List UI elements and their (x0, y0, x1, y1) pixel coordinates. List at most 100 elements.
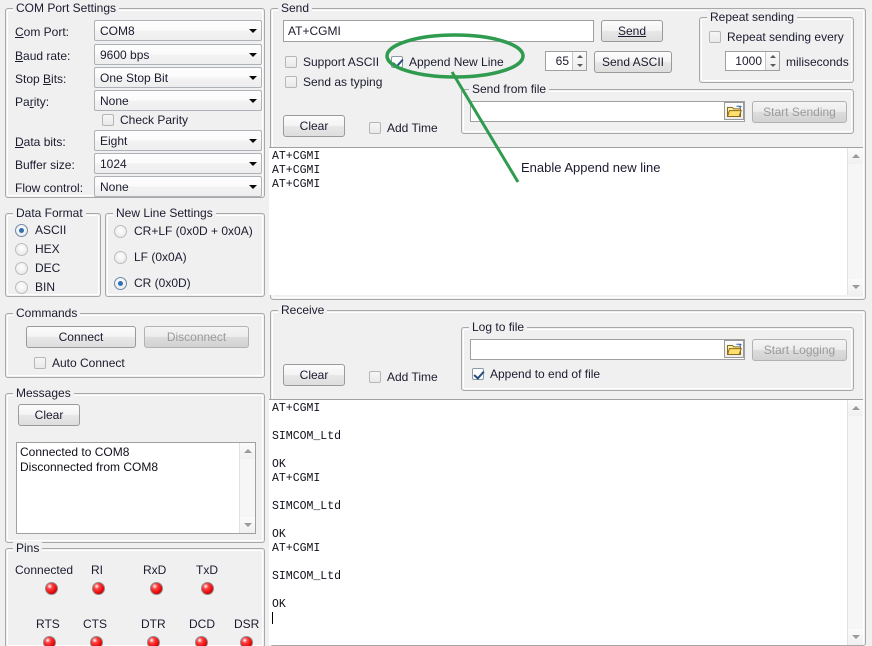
spinner-down-icon[interactable] (766, 61, 779, 70)
checkbox-box (472, 368, 484, 380)
start-logging-button[interactable]: Start Logging (752, 339, 847, 361)
radio-label: HEX (35, 242, 60, 256)
com-port-settings-legend: COM Port Settings (13, 1, 119, 15)
send-log-scrollbar[interactable] (847, 148, 863, 295)
pin-led-dsr (240, 636, 253, 646)
scroll-down-icon[interactable] (848, 629, 863, 645)
data-bits-value: Eight (100, 134, 244, 148)
scroll-down-icon[interactable] (240, 517, 255, 533)
repeat-sending-group: Repeat sending Repeat sending every 1000… (699, 17, 854, 83)
append-new-line-checkbox[interactable]: Append New Line (391, 55, 504, 69)
folder-open-icon[interactable] (724, 340, 744, 358)
disconnect-button[interactable]: Disconnect (144, 326, 249, 348)
messages-scrollbar[interactable] (239, 443, 255, 533)
receive-add-time-checkbox[interactable]: Add Time (369, 370, 438, 384)
pin-led-rts (43, 636, 56, 646)
repeat-interval-spinner[interactable]: 1000 (725, 51, 780, 71)
receive-clear-button[interactable]: Clear (283, 364, 345, 386)
pins-legend: Pins (13, 541, 42, 555)
radio-dot (15, 224, 28, 237)
start-sending-button[interactable]: Start Sending (752, 101, 847, 123)
radio-label: LF (0x0A) (134, 250, 187, 264)
flow-control-combo[interactable]: None (94, 176, 262, 197)
scroll-up-icon[interactable] (240, 443, 255, 459)
pin-label-rts: RTS (36, 617, 60, 631)
log-file-path-input[interactable] (470, 339, 745, 360)
send-button[interactable]: Send (601, 20, 663, 42)
chevron-down-icon[interactable] (244, 131, 261, 150)
chevron-down-icon[interactable] (244, 154, 261, 173)
parity-combo[interactable]: None (94, 90, 262, 111)
send-group: Send AT+CGMI Send Support ASCII Append N… (270, 8, 866, 300)
send-command-value: AT+CGMI (288, 24, 341, 38)
receive-log-scrollbar[interactable] (847, 400, 863, 645)
stop-bits-combo[interactable]: One Stop Bit (94, 67, 262, 88)
buffer-size-label: Buffer size: (15, 158, 75, 172)
radio-dot (114, 277, 127, 290)
repeat-sending-checkbox[interactable]: Repeat sending every (709, 30, 844, 44)
send-as-typing-checkbox[interactable]: Send as typing (285, 75, 382, 89)
stop-bits-label: Stop Bits: (15, 72, 66, 86)
support-ascii-checkbox[interactable]: Support ASCII (285, 55, 379, 69)
checkbox-box (709, 31, 721, 43)
send-add-time-label: Add Time (387, 121, 438, 135)
messages-clear-button[interactable]: Clear (18, 404, 80, 426)
send-legend: Send (278, 1, 312, 15)
chevron-down-icon[interactable] (244, 45, 261, 64)
auto-connect-checkbox[interactable]: Auto Connect (34, 356, 125, 370)
spinner-buttons[interactable] (765, 52, 779, 70)
send-as-typing-label: Send as typing (303, 75, 382, 89)
receive-log-area[interactable]: AT+CGMI SIMCOM_Ltd OK AT+CGMI SIMCOM_Ltd… (269, 399, 863, 645)
radio-newline-cr[interactable]: CR (0x0D) (114, 276, 191, 290)
auto-connect-label: Auto Connect (52, 356, 125, 370)
pin-led-cts (90, 636, 103, 646)
messages-log-area[interactable]: Connected to COM8 Disconnected from COM8 (16, 442, 256, 534)
chevron-down-icon[interactable] (244, 21, 261, 40)
scroll-up-icon[interactable] (848, 400, 863, 416)
data-format-legend: Data Format (13, 206, 86, 220)
parity-label: Parity: (15, 95, 49, 109)
send-file-path-input[interactable] (470, 101, 745, 122)
pin-label-txd: TxD (196, 563, 218, 577)
append-new-line-label: Append New Line (409, 55, 504, 69)
radio-data-format-hex[interactable]: HEX (15, 242, 60, 256)
send-clear-button[interactable]: Clear (283, 115, 345, 137)
repeat-sending-label: Repeat sending every (727, 30, 844, 44)
stop-bits-value: One Stop Bit (100, 71, 244, 85)
com-port-combo[interactable]: COM8 (94, 20, 262, 41)
append-to-end-of-file-checkbox[interactable]: Append to end of file (472, 367, 600, 381)
send-ascii-button[interactable]: Send ASCII (594, 51, 672, 73)
scroll-up-icon[interactable] (848, 148, 863, 164)
buffer-size-combo[interactable]: 1024 (94, 153, 262, 174)
repeat-interval-value: 1000 (726, 52, 765, 70)
send-add-time-checkbox[interactable]: Add Time (369, 121, 438, 135)
connect-button[interactable]: Connect (26, 326, 136, 348)
radio-data-format-ascii[interactable]: ASCII (15, 223, 66, 237)
send-command-input[interactable]: AT+CGMI (283, 20, 594, 42)
data-bits-combo[interactable]: Eight (94, 130, 262, 151)
chevron-down-icon[interactable] (244, 177, 261, 196)
folder-open-icon[interactable] (724, 102, 744, 120)
new-line-settings-legend: New Line Settings (113, 206, 216, 220)
receive-legend: Receive (278, 303, 327, 317)
spinner-up-icon[interactable] (573, 52, 586, 61)
radio-newline-lf[interactable]: LF (0x0A) (114, 250, 187, 264)
scroll-down-icon[interactable] (848, 279, 863, 295)
chevron-down-icon[interactable] (244, 91, 261, 110)
data-format-group: Data Format ASCII HEX DEC BIN (5, 213, 101, 297)
radio-newline-crlf[interactable]: CR+LF (0x0D + 0x0A) (114, 224, 253, 238)
check-parity-checkbox[interactable]: Check Parity (102, 113, 188, 127)
radio-data-format-dec[interactable]: DEC (15, 261, 60, 275)
pin-label-dsr: DSR (234, 617, 259, 631)
radio-label: ASCII (35, 223, 66, 237)
ascii-code-spinner[interactable]: 65 (545, 51, 587, 71)
spinner-down-icon[interactable] (573, 61, 586, 70)
pin-led-dtr (147, 636, 160, 646)
commands-group: Commands Connect Disconnect Auto Connect (5, 313, 265, 378)
spinner-up-icon[interactable] (766, 52, 779, 61)
chevron-down-icon[interactable] (244, 68, 261, 87)
baud-rate-combo[interactable]: 9600 bps (94, 44, 262, 65)
spinner-buttons[interactable] (572, 52, 586, 70)
radio-data-format-bin[interactable]: BIN (15, 280, 55, 294)
com-port-value: COM8 (100, 24, 244, 38)
